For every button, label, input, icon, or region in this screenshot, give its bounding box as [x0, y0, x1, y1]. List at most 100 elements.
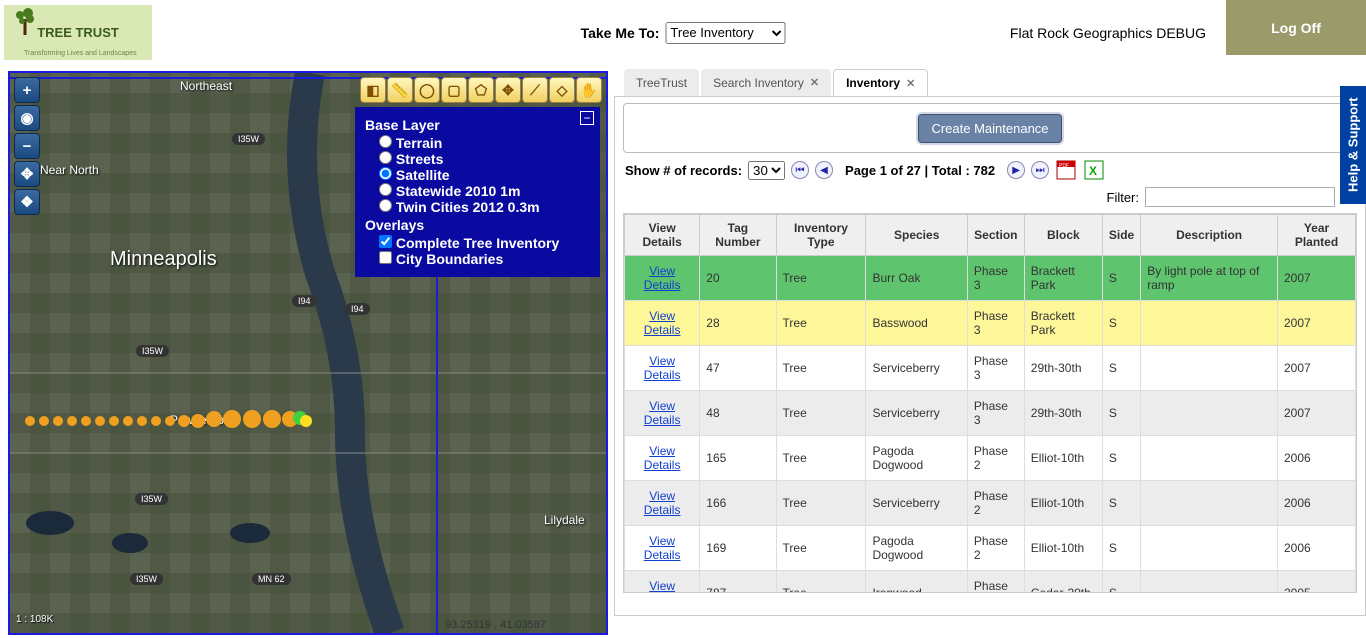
cell: 47	[700, 346, 776, 391]
tool-pan[interactable]: ✋	[576, 77, 602, 103]
close-icon[interactable]: ✕	[906, 77, 915, 90]
cell: 2005	[1277, 571, 1355, 594]
records-select[interactable]: 30	[748, 161, 785, 180]
base-layer-option[interactable]: Streets	[365, 151, 590, 167]
tool-measure[interactable]: 📏	[387, 77, 413, 103]
cell: Phase 3	[967, 346, 1024, 391]
column-header[interactable]: Description	[1141, 215, 1278, 256]
table-wrap[interactable]: View DetailsTag NumberInventory TypeSpec…	[623, 213, 1357, 593]
view-details-link[interactable]: View Details	[631, 579, 693, 593]
tool-circle[interactable]: ◯	[414, 77, 440, 103]
base-layer-option[interactable]: Statewide 2010 1m	[365, 183, 590, 199]
zoom-in-button[interactable]: +	[14, 77, 40, 103]
cell	[1141, 481, 1278, 526]
create-row: Create Maintenance	[623, 103, 1357, 153]
base-layer-heading: Base Layer	[365, 117, 590, 133]
column-header[interactable]: Block	[1024, 215, 1102, 256]
map-divider	[436, 233, 438, 633]
cell: Basswood	[866, 301, 967, 346]
column-header[interactable]: Year Planted	[1277, 215, 1355, 256]
cell: Tree	[776, 526, 866, 571]
cell: Phase 2	[967, 436, 1024, 481]
view-details-link[interactable]: View Details	[631, 264, 693, 292]
filter-label: Filter:	[1107, 190, 1140, 205]
overlay-option[interactable]: City Boundaries	[365, 251, 590, 267]
close-icon[interactable]: ✕	[810, 76, 819, 89]
excel-icon[interactable]: X	[1083, 159, 1105, 181]
take-me-to-select[interactable]: Tree Inventory	[665, 22, 785, 44]
column-header[interactable]: Species	[866, 215, 967, 256]
base-layer-option[interactable]: Twin Cities 2012 0.3m	[365, 199, 590, 215]
road-label: I94	[292, 295, 317, 307]
next-page-button[interactable]: ▶	[1007, 161, 1025, 179]
create-maintenance-button[interactable]: Create Maintenance	[918, 114, 1061, 143]
cell: Serviceberry	[866, 481, 967, 526]
cell	[1141, 571, 1278, 594]
cell: Ironwood	[866, 571, 967, 594]
tab-search-inventory[interactable]: Search Inventory ✕	[701, 69, 831, 96]
locate-button[interactable]: ✥	[14, 161, 40, 187]
table-row: View Details20TreeBurr OakPhase 3Bracket…	[625, 256, 1356, 301]
zoom-out-button[interactable]: −	[14, 133, 40, 159]
view-details-link[interactable]: View Details	[631, 354, 693, 382]
cell: 48	[700, 391, 776, 436]
column-header[interactable]: Tag Number	[700, 215, 776, 256]
svg-text:X: X	[1089, 164, 1097, 178]
cell: Phase 3	[967, 391, 1024, 436]
first-page-button[interactable]: ⏮	[791, 161, 809, 179]
tool-rect[interactable]: ▢	[441, 77, 467, 103]
cell: Tree	[776, 391, 866, 436]
layers-button[interactable]: ❖	[14, 189, 40, 215]
column-header[interactable]: Section	[967, 215, 1024, 256]
base-layer-option[interactable]: Satellite	[365, 167, 590, 183]
map-tools-horizontal: ◧ 📏 ◯ ▢ ⬠ ✥ ⟋ ◇ ✋	[360, 77, 602, 103]
view-details-link[interactable]: View Details	[631, 534, 693, 562]
cell: 28	[700, 301, 776, 346]
view-details-link[interactable]: View Details	[631, 309, 693, 337]
cell	[1141, 391, 1278, 436]
tool-move[interactable]: ✥	[495, 77, 521, 103]
svg-text:PDF: PDF	[1059, 163, 1069, 169]
cell: Serviceberry	[866, 346, 967, 391]
tab-label: Search Inventory	[713, 76, 804, 90]
cell: Burr Oak	[866, 256, 967, 301]
layer-collapse-button[interactable]: −	[580, 111, 594, 125]
cell: S	[1102, 436, 1140, 481]
tree-icon	[10, 7, 40, 37]
overlay-option[interactable]: Complete Tree Inventory	[365, 235, 590, 251]
cell: 2007	[1277, 391, 1355, 436]
table-row: View Details48TreeServiceberryPhase 329t…	[625, 391, 1356, 436]
column-header[interactable]: View Details	[625, 215, 700, 256]
map-pane[interactable]: Minneapolis NortheastNear NorthPowderhor…	[8, 71, 608, 635]
last-page-button[interactable]: ⏭	[1031, 161, 1049, 179]
cell: S	[1102, 391, 1140, 436]
logoff-button[interactable]: Log Off	[1226, 0, 1366, 55]
road-label: MN 62	[252, 573, 291, 585]
column-header[interactable]: Side	[1102, 215, 1140, 256]
road-label: I94	[345, 303, 370, 315]
tab-treetrust[interactable]: TreeTrust	[624, 69, 699, 96]
pdf-icon[interactable]: PDF	[1055, 159, 1077, 181]
tool-line[interactable]: ⟋	[522, 77, 548, 103]
view-details-link[interactable]: View Details	[631, 399, 693, 427]
cell: 165	[700, 436, 776, 481]
tab-label: Inventory	[846, 76, 900, 90]
column-header[interactable]: Inventory Type	[776, 215, 866, 256]
globe-button[interactable]: ◉	[14, 105, 40, 131]
table-row: View Details165TreePagoda DogwoodPhase 2…	[625, 436, 1356, 481]
logo: TREE TRUST Transforming Lives and Landsc…	[4, 5, 152, 60]
tool-erase[interactable]: ◇	[549, 77, 575, 103]
view-details-link[interactable]: View Details	[631, 489, 693, 517]
view-details-link[interactable]: View Details	[631, 444, 693, 472]
tool-select[interactable]: ◧	[360, 77, 386, 103]
filter-input[interactable]	[1145, 187, 1335, 207]
help-support-tab[interactable]: Help & Support	[1340, 86, 1366, 204]
logo-subtitle: Transforming Lives and Landscapes	[24, 50, 137, 57]
tool-polygon[interactable]: ⬠	[468, 77, 494, 103]
cell: Cedar-20th	[1024, 571, 1102, 594]
cell: 20	[700, 256, 776, 301]
prev-page-button[interactable]: ◀	[815, 161, 833, 179]
tab-inventory[interactable]: Inventory ✕	[833, 69, 928, 96]
base-layer-option[interactable]: Terrain	[365, 135, 590, 151]
cell: 2006	[1277, 436, 1355, 481]
